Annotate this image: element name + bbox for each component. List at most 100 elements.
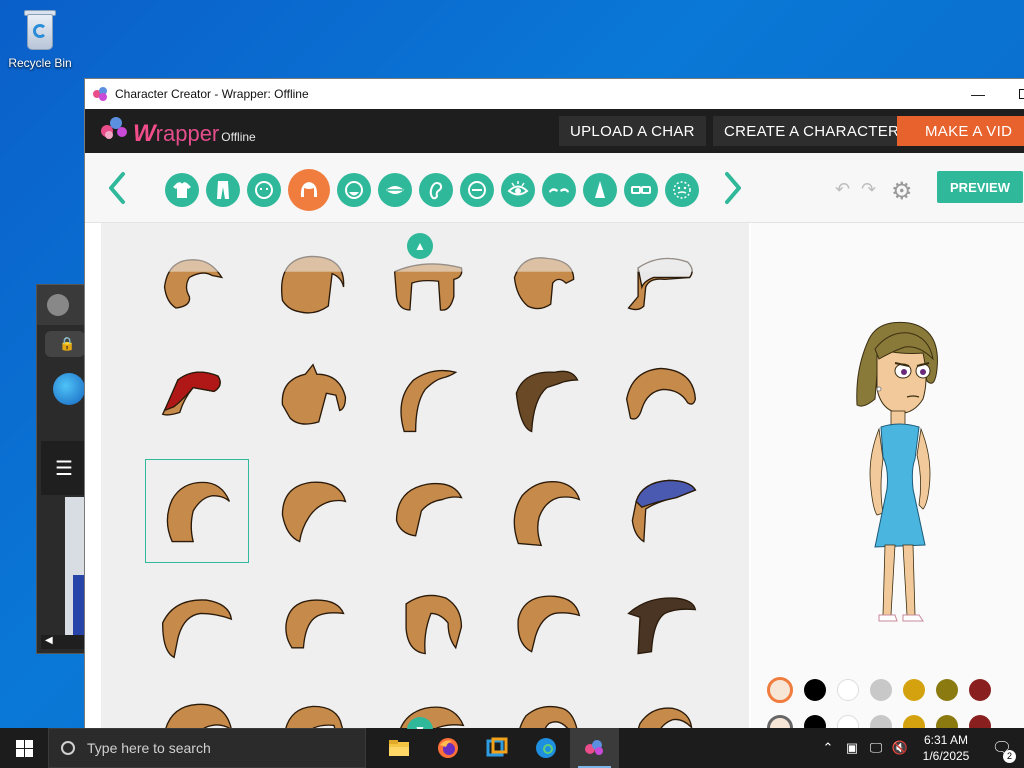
profile-avatar-icon[interactable]	[47, 294, 69, 316]
window-titlebar[interactable]: Character Creator - Wrapper: Offline —	[85, 79, 1024, 109]
color-swatch[interactable]	[936, 679, 958, 701]
hair-option-side-long[interactable]	[377, 347, 481, 451]
hair-option-messy-long[interactable]	[145, 459, 249, 563]
hair-option-cap-blue[interactable]	[609, 459, 713, 563]
redo-icon[interactable]: ↷	[861, 179, 876, 200]
taskbar-search-box[interactable]: Type here to search	[48, 728, 366, 768]
hair-option-short-sweep[interactable]	[261, 571, 365, 675]
glasses-category-icon[interactable]	[624, 173, 658, 207]
nose-category-icon[interactable]	[583, 173, 617, 207]
hair-option-icon	[637, 707, 693, 729]
ear-category-icon[interactable]	[419, 173, 453, 207]
scroll-left-icon[interactable]: ◀	[41, 635, 87, 649]
wrapper-logo[interactable]: W rapper Offline	[101, 115, 256, 148]
clock-date: 1/6/2025	[922, 749, 970, 763]
chin-category-icon[interactable]	[337, 173, 371, 207]
color-swatch[interactable]	[969, 679, 991, 701]
nose-bridge-category-icon[interactable]	[460, 173, 494, 207]
minimize-button[interactable]: —	[955, 79, 1001, 109]
edge-taskbar-icon[interactable]	[521, 728, 570, 768]
hair-option-icon	[400, 369, 458, 433]
hair-option-curly-long[interactable]	[493, 459, 597, 563]
preview-button[interactable]: PREVIEW	[937, 171, 1023, 203]
clock-time: 6:31 AM	[923, 733, 969, 747]
hair-option-swept-short[interactable]	[145, 235, 249, 339]
mouth-category-icon[interactable]	[378, 173, 412, 207]
hair-option-pony-long[interactable]	[377, 571, 481, 675]
hair-option-round-bowl[interactable]	[609, 347, 713, 451]
hair-option-icon	[271, 248, 355, 314]
firefox-taskbar-icon[interactable]	[423, 728, 472, 768]
hair-option-icon	[285, 599, 345, 649]
hair-option-spiky-pony[interactable]	[261, 347, 365, 451]
logo-subtext: Offline	[221, 129, 256, 144]
hair-option-icon	[161, 599, 233, 659]
mustache-category-icon[interactable]	[665, 173, 699, 207]
hair-option-dark-swoop[interactable]	[493, 347, 597, 451]
hamburger-menu-icon[interactable]: ☰	[41, 441, 87, 495]
notification-center-icon[interactable]: 🗨 2	[980, 738, 1024, 763]
previous-category-arrow-icon[interactable]	[107, 171, 127, 205]
taskbar: Type here to search ⌃ ▣ 🖵 🔇 6:31 AM 1/6/…	[0, 728, 1024, 768]
hair-option-curly-side[interactable]	[377, 459, 481, 563]
next-category-arrow-icon[interactable]	[723, 171, 743, 205]
maximize-button[interactable]	[1001, 79, 1024, 109]
hair-option-long-curl[interactable]	[609, 683, 713, 729]
taskbar-apps	[374, 728, 619, 768]
scroll-up-icon[interactable]: ▲	[407, 233, 433, 259]
hair-color-swatches	[767, 677, 991, 703]
recycle-bin-desktop-icon[interactable]: Recycle Bin	[4, 6, 76, 70]
network-icon[interactable]: 🖵	[864, 740, 888, 756]
hair-option-wavy-bob[interactable]	[493, 235, 597, 339]
hair-color-preview-icon	[767, 677, 793, 703]
hair-option-icon	[161, 371, 221, 416]
virtualbox-taskbar-icon[interactable]	[472, 728, 521, 768]
recycle-bin-icon	[20, 6, 60, 52]
file-explorer-taskbar-icon[interactable]	[374, 728, 423, 768]
notification-count-badge: 2	[1003, 750, 1016, 763]
create-character-button[interactable]: CREATE A CHARACTER	[713, 116, 911, 146]
hair-option-bob[interactable]	[261, 235, 365, 339]
hair-option-icon	[281, 481, 347, 543]
eyes-category-icon[interactable]	[501, 173, 535, 207]
hair-option-side-sweep-gray[interactable]	[145, 571, 249, 675]
hair-option-cap-red[interactable]	[145, 347, 249, 451]
color-swatch[interactable]	[837, 679, 859, 701]
hair-option-pigtails[interactable]	[261, 683, 365, 729]
character-preview-figure	[856, 321, 938, 622]
show-hidden-icons-chevron-icon[interactable]: ⌃	[816, 740, 840, 756]
hair-option-shaggy[interactable]	[145, 683, 249, 729]
hair-option-icon	[631, 479, 697, 543]
face-shape-category-icon[interactable]	[247, 173, 281, 207]
defender-icon[interactable]: ▣	[840, 740, 864, 756]
logo-dots-icon	[101, 115, 137, 141]
eyebrows-category-icon[interactable]	[542, 173, 576, 207]
make-video-button[interactable]: MAKE A VID	[897, 116, 1024, 146]
color-swatch[interactable]	[804, 679, 826, 701]
lower-body-category-icon[interactable]	[206, 173, 240, 207]
hair-option-med-sweep[interactable]	[493, 571, 597, 675]
hair-option-long-straight[interactable]	[493, 683, 597, 729]
hair-option-curly-bob[interactable]	[261, 459, 365, 563]
hair-option-icon	[503, 248, 587, 310]
color-swatch[interactable]	[903, 679, 925, 701]
hair-grid	[145, 235, 713, 729]
start-button[interactable]	[0, 728, 48, 768]
clock[interactable]: 6:31 AM 1/6/2025	[912, 732, 980, 764]
background-browser-window[interactable]: 🔒 ☰ ◀	[36, 284, 88, 654]
undo-icon[interactable]: ↶	[835, 179, 850, 200]
category-toolbar: ↶ ↷ ⚙ PREVIEW	[85, 153, 1024, 223]
color-swatch[interactable]	[870, 679, 892, 701]
search-icon	[61, 741, 75, 755]
upload-char-button[interactable]: UPLOAD A CHAR	[559, 116, 706, 146]
hair-option-dark-sweep[interactable]	[609, 571, 713, 675]
upper-body-category-icon[interactable]	[165, 173, 199, 207]
hair-option-icon	[284, 705, 344, 729]
hair-option-icon	[387, 248, 471, 311]
gear-icon[interactable]: ⚙	[891, 177, 913, 206]
hair-option-cap-white[interactable]	[609, 235, 713, 339]
hair-category-icon[interactable]	[288, 169, 330, 211]
recycle-bin-label: Recycle Bin	[8, 56, 72, 70]
wrapper-offline-taskbar-icon[interactable]	[570, 728, 619, 768]
volume-muted-icon[interactable]: 🔇	[888, 740, 912, 756]
